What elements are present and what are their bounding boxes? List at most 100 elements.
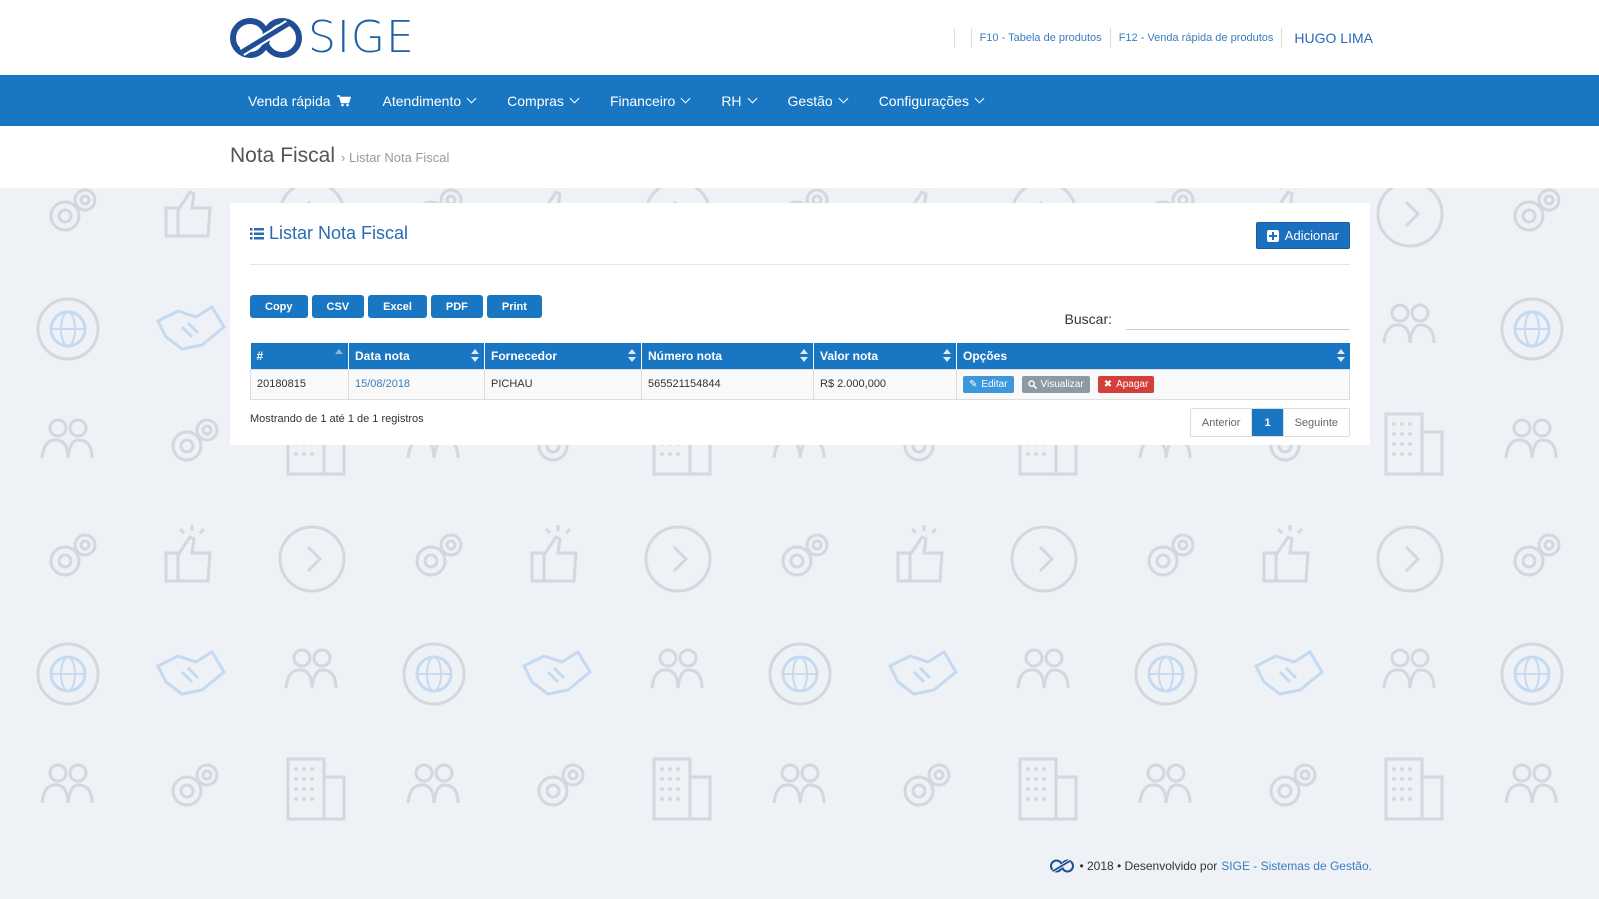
divider (1281, 28, 1283, 48)
column-header-supplier[interactable]: Fornecedor (484, 343, 642, 369)
chevron-down-icon (838, 93, 849, 104)
chevron-down-icon (747, 93, 757, 104)
chevron-down-icon (974, 93, 985, 104)
chevron-down-icon (466, 93, 477, 104)
nav-item-label: Gestão (787, 92, 833, 109)
infinity-logo-icon (230, 18, 302, 58)
pattern-thumb-icon (164, 525, 212, 583)
add-button-label: Adicionar (1284, 228, 1339, 243)
footer-text: • 2018 • Desenvolvido por (1079, 859, 1218, 873)
footer-link[interactable]: SIGE - Sistemas de Gestão. (1221, 859, 1372, 873)
nav-item-label: Compras (507, 92, 564, 109)
table-info: Mostrando de 1 até 1 de 1 registros (250, 413, 424, 425)
pattern-globe-icon (1500, 642, 1564, 706)
pattern-people-icon (1504, 763, 1558, 804)
nav-item-venda-rapida[interactable]: Venda rápida (232, 93, 367, 109)
search-box: Buscar: (1065, 308, 1350, 330)
delete-button[interactable]: ✖ Apagar (1097, 375, 1155, 393)
pattern-play-icon (1376, 188, 1444, 248)
pattern-building-icon (1384, 412, 1444, 476)
column-header-id[interactable]: # (250, 343, 349, 369)
view-button[interactable]: Visualizar (1021, 375, 1090, 393)
nav-item-rh[interactable]: RH (705, 93, 771, 109)
sort-icon (471, 349, 479, 363)
nav-item-label: RH (721, 92, 742, 109)
nav-item-financeiro[interactable]: Financeiro (594, 93, 705, 109)
cell-options: ✎ Editar Visualizar ✖ Apagar (956, 368, 1350, 400)
pattern-people-icon (40, 418, 94, 459)
shopping-cart-icon (336, 94, 351, 106)
pattern-building-icon (1018, 757, 1078, 821)
f10-product-table-link[interactable]: F10 - Tabela de produtos (980, 32, 1102, 44)
divider (1109, 28, 1111, 48)
nav-item-label: Configurações (878, 92, 969, 109)
close-icon: ✖ (1103, 378, 1113, 390)
pattern-gear-icon (171, 763, 219, 807)
pattern-globe-icon (36, 642, 100, 706)
delete-label: Apagar (1116, 378, 1149, 390)
f12-quick-sale-link[interactable]: F12 - Venda rápida de produtos (1119, 32, 1274, 44)
pattern-hands-icon (887, 649, 958, 696)
panel-title: Listar Nota Fiscal (250, 223, 408, 244)
search-input[interactable] (1126, 308, 1350, 330)
pattern-gear-icon (171, 418, 219, 462)
prev-page-button[interactable]: Anterior (1191, 409, 1253, 436)
divider (953, 28, 955, 48)
footer: • 2018 • Desenvolvido por SIGE - Sistema… (1049, 858, 1372, 874)
pattern-building-icon (1384, 757, 1444, 821)
excel-button[interactable]: Excel (368, 295, 427, 318)
pattern-play-icon (278, 525, 346, 593)
brand-logo[interactable]: SIGE (228, 14, 415, 62)
pencil-icon: ✎ (969, 378, 978, 390)
top-header: SIGE F10 - Tabela de produtos F12 - Vend… (0, 0, 1599, 75)
column-header-options[interactable]: Opções (956, 343, 1350, 369)
pattern-hands-icon (1253, 649, 1324, 696)
nav-item-configuracoes[interactable]: Configurações (863, 93, 999, 109)
nav-item-label: Atendimento (382, 92, 462, 109)
pattern-play-icon (1376, 525, 1444, 593)
view-label: Visualizar (1040, 378, 1084, 390)
panel-title-text: Listar Nota Fiscal (269, 223, 409, 243)
pattern-people-icon (1138, 763, 1192, 804)
nav-item-gestao[interactable]: Gestão (772, 93, 863, 109)
page-title: Nota Fiscal › Listar Nota Fiscal (230, 144, 449, 168)
user-menu[interactable]: HUGO LIMA (1294, 30, 1373, 46)
csv-button[interactable]: CSV (311, 295, 365, 318)
top-links: F10 - Tabela de produtos F12 - Venda ráp… (946, 28, 1373, 48)
pattern-hands-icon (155, 649, 226, 696)
pattern-hands-icon (521, 649, 592, 696)
divider (250, 264, 1350, 265)
edit-label: Editar (981, 378, 1008, 390)
pattern-gear-icon (49, 533, 97, 577)
chevron-down-icon (569, 93, 580, 104)
column-header-number[interactable]: Número nota (641, 343, 814, 369)
nav-item-compras[interactable]: Compras (491, 93, 594, 109)
next-page-button[interactable]: Seguinte (1284, 409, 1349, 436)
pattern-hands-icon (155, 304, 226, 351)
pattern-people-icon (284, 648, 338, 689)
page-button-1[interactable]: 1 (1252, 409, 1284, 436)
pattern-building-icon (286, 757, 346, 821)
sort-asc-icon (335, 349, 343, 363)
nav-item-atendimento[interactable]: Atendimento (367, 93, 492, 109)
add-button[interactable]: Adicionar (1255, 222, 1350, 249)
pattern-gear-icon (903, 763, 951, 807)
pattern-gear-icon (1513, 188, 1561, 232)
pattern-gear-icon (1147, 533, 1195, 577)
copy-button[interactable]: Copy (250, 295, 308, 318)
breadcrumb: › Listar Nota Fiscal (341, 150, 450, 165)
cell-date: 15/08/2018 (348, 368, 485, 400)
pattern-people-icon (406, 763, 460, 804)
nota-fiscal-table: # Data nota Fornecedor Número nota Valor… (250, 343, 1350, 400)
sort-icon (943, 349, 951, 363)
nav-item-label: Financeiro (609, 92, 676, 109)
pattern-people-icon (40, 763, 94, 804)
column-header-date[interactable]: Data nota (348, 343, 485, 369)
pattern-globe-icon (1500, 297, 1564, 361)
column-header-value[interactable]: Valor nota (813, 343, 957, 369)
pattern-play-icon (1010, 525, 1078, 593)
pdf-button[interactable]: PDF (430, 295, 483, 318)
edit-button[interactable]: ✎ Editar (963, 375, 1014, 393)
pattern-thumb-icon (530, 525, 578, 583)
print-button[interactable]: Print (486, 295, 542, 318)
